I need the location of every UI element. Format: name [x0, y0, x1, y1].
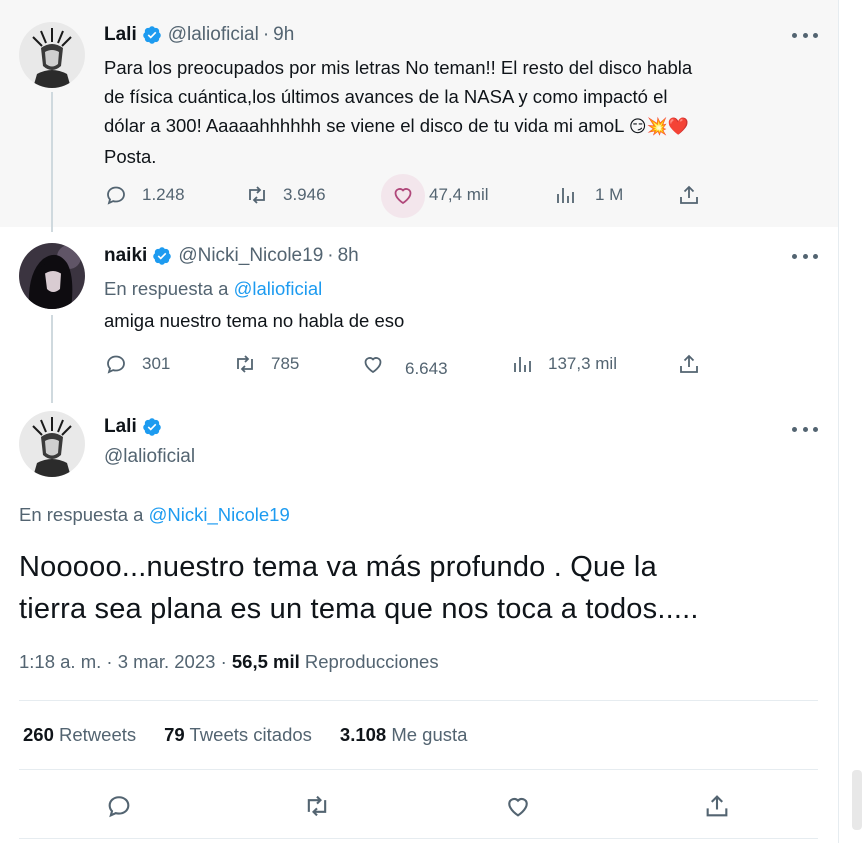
likes-count: 3.108 — [339, 724, 387, 745]
divider — [19, 769, 818, 770]
tweet-header: Lali @lalioficial · 9h — [104, 24, 294, 46]
reply-icon — [107, 186, 125, 205]
share-icon — [680, 185, 698, 204]
tweet-text-line: Nooooo...nuestro tema va más profundo . … — [19, 551, 657, 583]
tweet-meta: 1:18 a. m. · 3 mar. 2023 · 56,5 mil Repr… — [19, 651, 439, 673]
reply-context: En respuesta a @Nicki_Nicole19 — [19, 504, 290, 526]
quotes-count: 79 — [164, 724, 185, 745]
tweet-header: naiki @Nicki_Nicole19 · 8h — [104, 245, 359, 267]
retweet-icon[interactable] — [303, 792, 331, 820]
retweet-button[interactable]: 3.946 — [245, 183, 326, 207]
quotes-label: Tweets citados — [189, 724, 312, 745]
emoji-group: 😏💥❤️ — [628, 117, 689, 137]
avatar[interactable] — [19, 243, 85, 309]
tweet-text: Nooooo...nuestro tema va más profundo . … — [19, 546, 819, 630]
scrollbar-thumb[interactable] — [852, 770, 862, 830]
avatar[interactable] — [19, 22, 85, 88]
share-icon[interactable] — [703, 792, 731, 820]
author-handle[interactable]: @lalioficial — [168, 24, 259, 46]
tweet-date[interactable]: 3 mar. 2023 — [118, 651, 216, 672]
tweet-time[interactable]: 1:18 a. m. — [19, 651, 101, 672]
avatar[interactable] — [19, 411, 85, 477]
tweet-text: Para los preocupados por mis letras No t… — [104, 53, 824, 171]
views-button[interactable]: 1 M — [553, 183, 623, 207]
likes-label: Me gusta — [391, 724, 468, 745]
views-count: 1 M — [595, 185, 624, 204]
retweet-icon — [237, 355, 253, 373]
retweets-count: 260 — [23, 724, 54, 745]
retweet-button[interactable]: 785 — [233, 352, 299, 376]
reply-button[interactable]: 301 — [104, 352, 170, 376]
like-button[interactable]: 6.643 — [361, 352, 448, 378]
reply-prefix: En respuesta a — [19, 504, 144, 525]
reply-to-link[interactable]: @lalioficial — [234, 278, 323, 299]
tweet-text-line: tierra sea plana es un tema que nos toca… — [19, 593, 699, 625]
engagement-stats: 260 Retweets 79 Tweets citados 3.108 Me … — [23, 724, 495, 746]
tweet-text-segment: dólar a 300! Aaaaahhhhhh se viene el dis… — [104, 115, 624, 136]
tweet-text-line: dólar a 300! Aaaaahhhhhh se viene el dis… — [104, 111, 824, 142]
thread-line — [51, 92, 53, 232]
retweet-count: 3.946 — [283, 185, 326, 204]
reply-button[interactable]: 1.248 — [104, 183, 185, 207]
tweet-text-line: Posta. — [104, 146, 157, 167]
verified-badge-icon — [142, 26, 161, 44]
retweet-count: 785 — [271, 354, 300, 373]
reply-prefix: En respuesta a — [104, 278, 229, 299]
reply-icon[interactable] — [105, 792, 133, 820]
scrollbar-track[interactable] — [838, 0, 862, 843]
separator-dot: · — [220, 651, 232, 672]
share-button[interactable] — [677, 352, 715, 376]
views-icon — [557, 188, 574, 203]
share-button[interactable] — [677, 183, 715, 207]
avatar-lali-image — [19, 22, 85, 88]
divider — [19, 700, 818, 701]
views-icon — [514, 357, 531, 372]
reply-to-link[interactable]: @Nicki_Nicole19 — [149, 504, 290, 525]
tweet-time[interactable]: 9h — [273, 24, 294, 46]
like-icon[interactable] — [504, 792, 532, 820]
author-handle[interactable]: @lalioficial — [104, 446, 195, 468]
like-count: 6.643 — [405, 359, 448, 378]
separator-dot: · — [106, 651, 118, 672]
retweets-stat[interactable]: 260 Retweets — [23, 724, 136, 746]
tweet-time[interactable]: 8h — [338, 245, 359, 267]
reply-icon — [107, 355, 125, 374]
reply-count: 1.248 — [142, 185, 185, 204]
views-label: Reproducciones — [304, 651, 439, 672]
separator-dot: · — [262, 24, 270, 45]
author-handle[interactable]: @Nicki_Nicole19 — [178, 245, 323, 267]
verified-badge-icon — [142, 418, 161, 436]
likes-stat[interactable]: 3.108 Me gusta — [340, 724, 468, 746]
more-icon[interactable] — [792, 251, 818, 261]
views-count: 137,3 mil — [548, 354, 617, 373]
tweet-text-line: de física cuántica,los últimos avances d… — [104, 86, 668, 107]
more-icon[interactable] — [792, 30, 818, 40]
tweet-text-line: Para los preocupados por mis letras No t… — [104, 57, 693, 78]
verified-badge-icon — [153, 247, 172, 265]
author-name[interactable]: Lali — [104, 24, 137, 46]
author-name[interactable]: Lali — [104, 416, 137, 438]
quotes-stat[interactable]: 79 Tweets citados — [164, 724, 312, 746]
views-button[interactable]: 137,3 mil — [510, 352, 617, 376]
avatar-naiki-image — [19, 243, 85, 309]
separator-dot: · — [327, 245, 334, 266]
retweet-icon — [249, 186, 265, 204]
tweet-header: Lali — [104, 416, 168, 438]
reply-count: 301 — [142, 354, 171, 373]
like-button[interactable]: 47,4 mil — [391, 183, 489, 207]
reply-context: En respuesta a @lalioficial — [104, 278, 322, 300]
views-count: 56,5 mil — [231, 651, 300, 672]
tweet-text: amiga nuestro tema no habla de eso — [104, 310, 405, 331]
more-icon[interactable] — [792, 424, 818, 434]
retweets-label: Retweets — [59, 724, 137, 745]
author-name[interactable]: naiki — [104, 245, 147, 267]
avatar-lali-image — [19, 411, 85, 477]
thread-line — [51, 315, 53, 403]
share-icon — [680, 354, 698, 373]
like-icon — [364, 357, 382, 374]
like-icon — [394, 188, 412, 205]
like-count: 47,4 mil — [429, 185, 489, 204]
divider — [19, 838, 818, 839]
